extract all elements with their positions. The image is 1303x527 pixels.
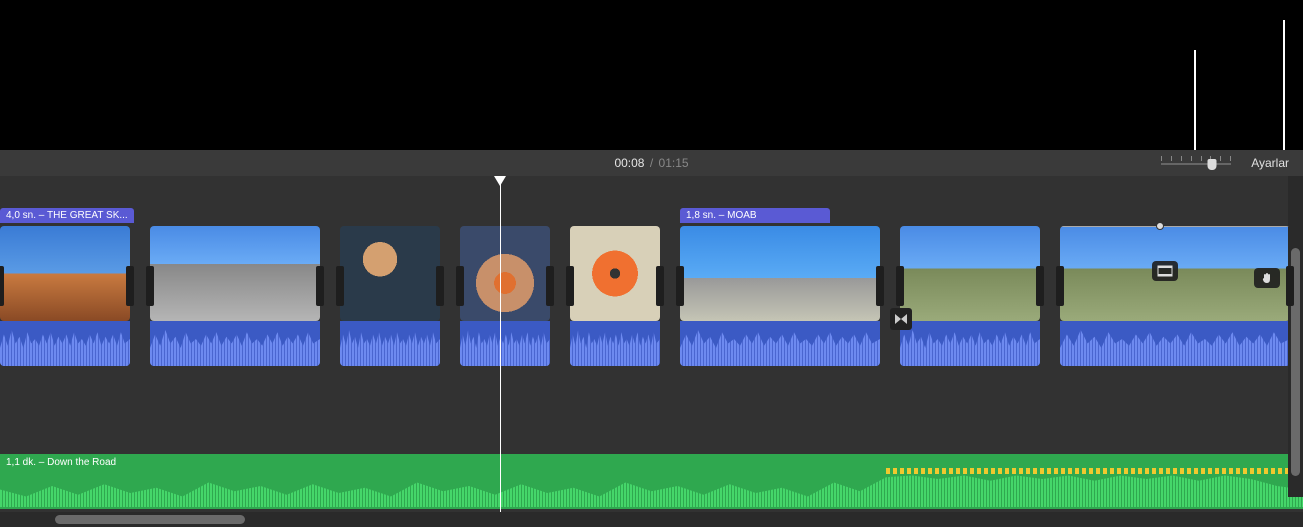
clip-edge-handle-left[interactable] — [896, 266, 904, 306]
clip-edge-handle-right[interactable] — [126, 266, 134, 306]
clip-edge-handle-left[interactable] — [676, 266, 684, 306]
video-clip[interactable] — [340, 226, 440, 386]
clip-thumbnail[interactable] — [0, 226, 130, 321]
video-clip[interactable] — [150, 226, 320, 386]
music-clip-label: 1,1 dk. – Down the Road — [6, 457, 116, 468]
clip-edge-handle-right[interactable] — [876, 266, 884, 306]
video-clip[interactable] — [900, 226, 1040, 386]
clip-edge-handle-right[interactable] — [1286, 266, 1294, 306]
settings-button[interactable]: Ayarlar — [1251, 156, 1289, 170]
clip-audio-waveform[interactable] — [1060, 321, 1290, 366]
horizontal-scrollbar-thumb[interactable] — [55, 515, 245, 524]
callout-line-settings — [1283, 20, 1285, 150]
video-clip[interactable]: 1,8 sn. – MOAB — [680, 226, 880, 386]
audio-peak-indicator — [886, 468, 1290, 474]
clip-audio-waveform[interactable] — [900, 321, 1040, 366]
callout-area — [0, 0, 1303, 150]
clip-edge-handle-right[interactable] — [1036, 266, 1044, 306]
video-track: 4,0 sn. – THE GREAT SK... 1,8 sn. – MOAB — [0, 226, 1303, 386]
time-separator: / — [650, 156, 653, 170]
video-clip[interactable]: 4,0 sn. – THE GREAT SK... — [0, 226, 130, 386]
clip-thumbnail[interactable] — [150, 226, 320, 321]
video-clip[interactable] — [1060, 226, 1290, 386]
video-clip[interactable] — [570, 226, 660, 386]
clip-edge-handle-left[interactable] — [336, 266, 344, 306]
current-time: 00:08 — [614, 156, 644, 170]
clip-audio-waveform[interactable] — [460, 321, 550, 366]
clip-audio-waveform[interactable] — [570, 321, 660, 366]
clip-edge-handle-left[interactable] — [146, 266, 154, 306]
horizontal-scrollbar[interactable] — [0, 512, 1303, 527]
clip-thumbnail[interactable] — [570, 226, 660, 321]
callout-line-zoom — [1194, 50, 1196, 150]
clip-audio-waveform[interactable] — [340, 321, 440, 366]
music-track[interactable]: 1,1 dk. – Down the Road — [0, 454, 1303, 509]
clip-edge-handle-right[interactable] — [316, 266, 324, 306]
transition-icon[interactable] — [890, 308, 912, 330]
clip-thumbnail[interactable] — [460, 226, 550, 321]
clip-edge-handle-left[interactable] — [0, 266, 4, 306]
playhead-handle[interactable] — [494, 176, 506, 186]
stabilize-icon — [1254, 268, 1280, 288]
clip-thumbnail[interactable] — [680, 226, 880, 321]
music-waveform — [0, 472, 1303, 507]
timecode-display: 00:08 / 01:15 — [614, 156, 688, 170]
freeze-frame-icon[interactable] — [1152, 261, 1178, 281]
playhead[interactable] — [500, 176, 501, 512]
timeline-toolbar: 00:08 / 01:15 Ayarlar — [0, 150, 1303, 176]
clip-title-label: 1,8 sn. – MOAB — [680, 208, 830, 223]
zoom-slider[interactable] — [1161, 156, 1231, 170]
clip-audio-waveform[interactable] — [150, 321, 320, 366]
keyframe-marker[interactable] — [1156, 222, 1164, 230]
vertical-scrollbar[interactable] — [1288, 176, 1303, 497]
total-time: 01:15 — [659, 156, 689, 170]
zoom-slider-thumb[interactable] — [1207, 159, 1216, 170]
clip-audio-waveform[interactable] — [0, 321, 130, 366]
clip-title-label: 4,0 sn. – THE GREAT SK... — [0, 208, 134, 223]
clip-edge-handle-right[interactable] — [436, 266, 444, 306]
clip-edge-handle-left[interactable] — [1056, 266, 1064, 306]
clip-edge-handle-left[interactable] — [566, 266, 574, 306]
timeline[interactable]: 4,0 sn. – THE GREAT SK...1,8 sn. – MOAB … — [0, 176, 1303, 512]
clip-edge-handle-right[interactable] — [546, 266, 554, 306]
video-clip[interactable] — [460, 226, 550, 386]
clip-thumbnail[interactable] — [900, 226, 1040, 321]
clip-edge-handle-left[interactable] — [456, 266, 464, 306]
clip-audio-waveform[interactable] — [680, 321, 880, 366]
clip-thumbnail[interactable] — [340, 226, 440, 321]
clip-edge-handle-right[interactable] — [656, 266, 664, 306]
